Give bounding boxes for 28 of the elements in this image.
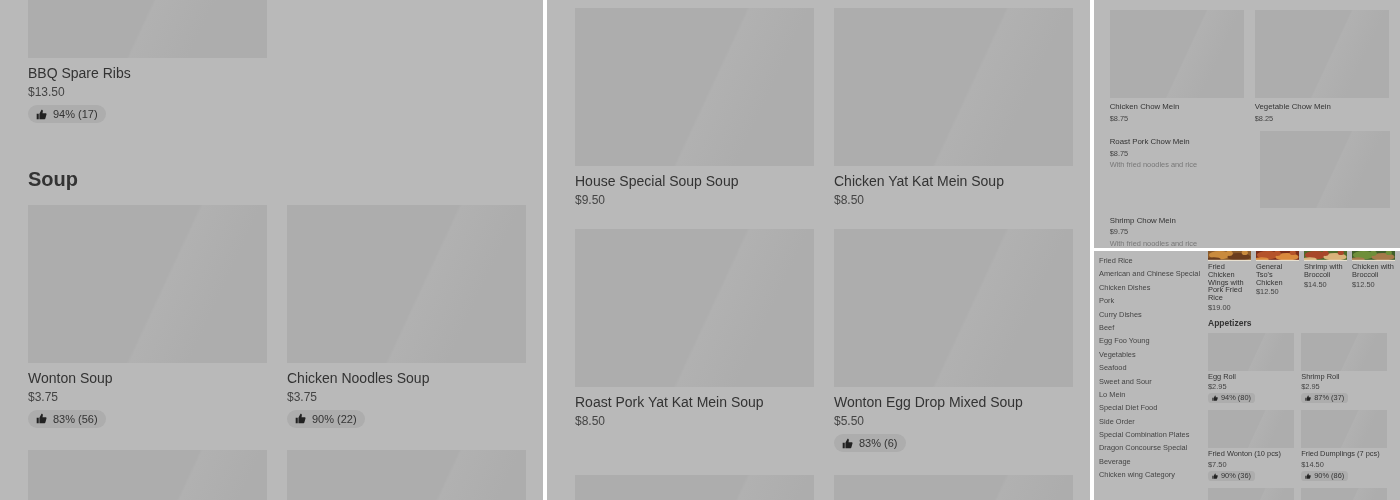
section-heading: Appetizers — [1208, 317, 1252, 328]
thumbs-up-icon — [36, 413, 47, 425]
thumbs-up-icon — [1305, 395, 1312, 402]
rating-badge: 83% (56) — [28, 409, 106, 428]
item-name: Chicken Noodles Soup — [287, 368, 430, 387]
item-price: $9.50 — [575, 193, 606, 208]
item-name: Wonton Egg Drop Mixed Soup — [834, 393, 1023, 412]
rating-badge: 83% (6) — [834, 434, 906, 453]
thumbs-up-icon — [36, 108, 47, 120]
thumbs-up-icon — [1305, 473, 1312, 480]
rating-badge: 94% (17) — [28, 105, 106, 124]
item-price: $5.50 — [834, 414, 865, 429]
item-name: Chicken Yat Kat Mein Soup — [834, 172, 1004, 191]
section-heading: Soup — [28, 167, 78, 191]
item-price: $13.50 — [28, 85, 65, 100]
item-price: $8.50 — [575, 414, 606, 429]
item-name: Wonton Soup — [28, 368, 113, 387]
thumbs-up-icon — [842, 437, 853, 449]
item-name: Roast Pork Yat Kat Mein Soup — [575, 393, 764, 412]
item-price: $8.50 — [834, 193, 865, 208]
thumbs-up-icon — [295, 413, 306, 425]
item-name: House Special Soup Soup — [575, 172, 739, 191]
item-price: $3.75 — [28, 389, 59, 404]
thumbs-up-icon — [1212, 473, 1218, 480]
item-name: BBQ Spare Ribs — [28, 64, 131, 83]
item-price: $3.75 — [287, 389, 318, 404]
rating-badge: 90% (22) — [287, 409, 365, 428]
thumbs-up-icon — [1212, 395, 1218, 402]
